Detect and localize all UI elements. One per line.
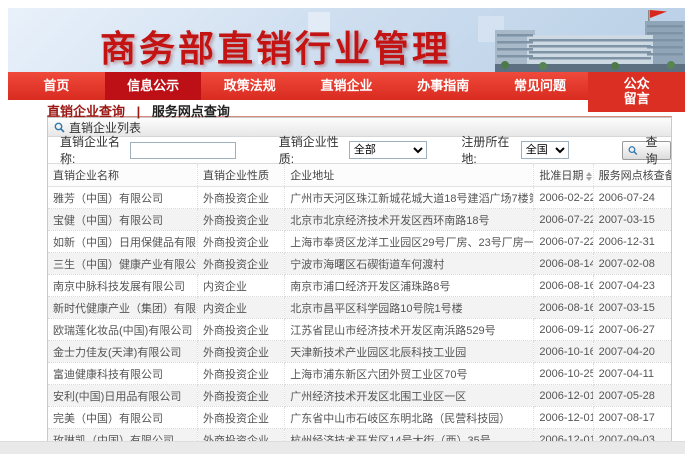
col-header-approved[interactable]: 批准日期: [534, 164, 593, 187]
footer-strip: [0, 441, 685, 454]
table-row: 安利(中国)日用品有限公司 外商投资企业 广州经济技术开发区北围工业区一区 20…: [48, 385, 671, 407]
company-name-input[interactable]: [130, 142, 236, 159]
col-header-filed[interactable]: 服务网点核查备案日期: [593, 164, 671, 187]
company-table-body: 雅芳（中国）有限公司 外商投资企业 广州市天河区珠江新城花城大道18号建滔广场7…: [48, 187, 671, 454]
site-title: 商务部直销行业管理: [100, 20, 451, 72]
col-header-type: 直销企业性质: [198, 164, 285, 187]
nav-item-info-disclosure[interactable]: 信息公示: [105, 72, 202, 100]
company-name-label: 直销企业名称:: [60, 133, 127, 167]
table-row: 欧瑞莲化妆品(中国)有限公司 外商投资企业 江苏省昆山市经济技术开发区南浜路52…: [48, 319, 671, 341]
panel-header: 直销企业列表: [48, 118, 671, 137]
government-building-image: [495, 8, 685, 72]
table-header-row: 直销企业名称 直销企业性质 企业地址 批准日期 服务网点核查备案日期: [48, 164, 671, 187]
table-row: 新时代健康产业（集团）有限公司 内资企业 北京市昌平区科学园路10号院1号楼 2…: [48, 297, 671, 319]
region-label: 注册所在地:: [461, 133, 517, 167]
table-row: 雅芳（中国）有限公司 外商投资企业 广州市天河区珠江新城花城大道18号建滔广场7…: [48, 187, 671, 209]
nav-item-public-message[interactable]: 公众留言: [588, 72, 685, 112]
subnav-service-outlet-query[interactable]: 服务网点查询: [152, 104, 230, 119]
nav-item-faq[interactable]: 常见问题: [492, 72, 589, 100]
table-row: 完美（中国）有限公司 外商投资企业 广东省中山市石岐区东明北路（民营科技园） 2…: [48, 407, 671, 429]
header-banner: 商务部直销行业管理: [8, 8, 685, 72]
region-select[interactable]: 全国: [521, 141, 569, 159]
page: 商务部直销行业管理 首页 信息公示 政策法规 直销企业 办事指南 常见问题 公众…: [0, 0, 685, 454]
table-row: 三生（中国）健康产业有限公司 外商投资企业 宁波市海曙区石碶街道车何渡村 200…: [48, 253, 671, 275]
search-icon: [54, 122, 65, 133]
subnav-enterprise-query[interactable]: 直销企业查询: [47, 104, 125, 119]
main-nav: 首页 信息公示 政策法规 直销企业 办事指南 常见问题 公众留言: [8, 72, 685, 100]
company-table: 直销企业名称 直销企业性质 企业地址 批准日期 服务网点核查备案日期 雅芳（中国…: [48, 163, 671, 454]
nav-item-policies[interactable]: 政策法规: [201, 72, 298, 100]
query-button[interactable]: 查询: [622, 141, 671, 160]
table-row: 如新（中国）日用保健品有限公司 外商投资企业 上海市奉贤区龙洋工业园区29号厂房…: [48, 231, 671, 253]
table-row: 南京中脉科技发展有限公司 内资企业 南京市浦口经济开发区浦珠路8号 2006-0…: [48, 275, 671, 297]
sort-icon: [586, 172, 592, 181]
nav-item-home[interactable]: 首页: [8, 72, 105, 100]
subnav-separator: |: [137, 104, 141, 119]
table-row: 富迪健康科技有限公司 外商投资企业 上海市浦东新区六团外贸工业区70号 2006…: [48, 363, 671, 385]
nav-item-guide[interactable]: 办事指南: [395, 72, 492, 100]
sub-nav: 直销企业查询 | 服务网点查询: [47, 101, 672, 117]
table-row: 宝健（中国）有限公司 外商投资企业 北京市北京经济技术开发区西环南路18号 20…: [48, 209, 671, 231]
company-type-select[interactable]: 全部: [349, 141, 428, 159]
table-row: 金士力佳友(天津)有限公司 外商投资企业 天津新技术产业园区北辰科技工业园 20…: [48, 341, 671, 363]
enterprise-list-panel: 直销企业列表 直销企业名称: 直销企业性质: 全部 注册所在地: 全国 查询: [47, 117, 672, 454]
flag-icon: [650, 10, 667, 18]
nav-item-enterprises[interactable]: 直销企业: [298, 72, 395, 100]
search-icon: [628, 145, 638, 156]
company-type-label: 直销企业性质:: [279, 133, 346, 167]
search-form: 直销企业名称: 直销企业性质: 全部 注册所在地: 全国 查询: [48, 137, 671, 163]
